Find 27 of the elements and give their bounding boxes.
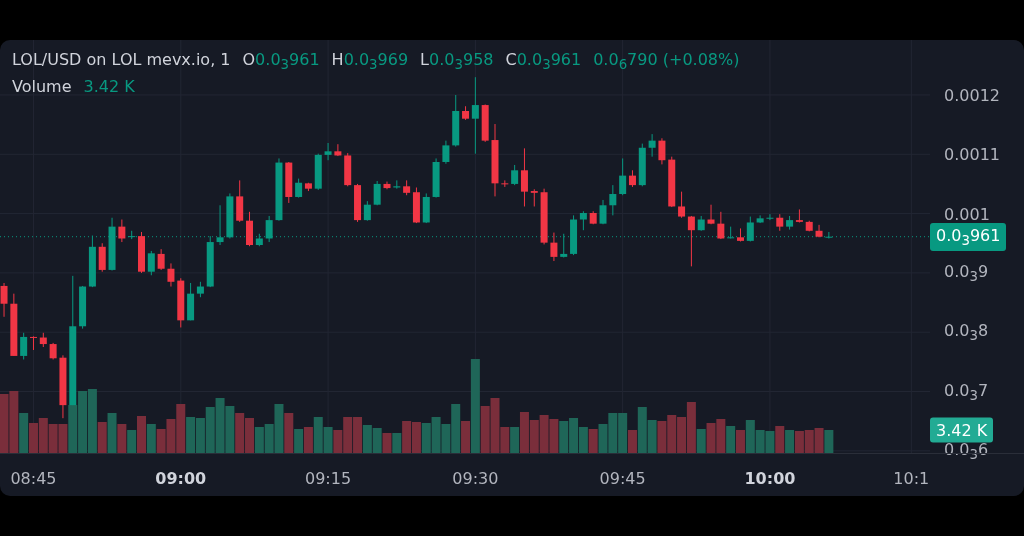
time-axis-label: 09:00 [155,468,207,488]
symbol-title: LOL/USD on LOL mevx.io, 1 [12,50,231,69]
time-axis-label: 09:15 [305,468,352,488]
last-price-tag: 0.0$_{3}$961 [930,222,1007,251]
price-axis-label: 0.0011 [944,144,1000,164]
volume-label: Volume [12,77,72,97]
volume-tag: 3.42 K [930,417,994,443]
time-axis-label: 09:45 [599,468,646,488]
ohlc-value: 0.0$_{3}$958 [429,50,494,73]
time-axis-label: 10:1 [893,468,930,488]
volume-value: 3.42 K [83,77,135,97]
ohlc-label: L [420,50,430,71]
ohlc-value: 0.0$_{3}$961 [255,50,320,73]
ohlc-value: 0.0$_{3}$961 [516,50,582,73]
ohlc-label: H [331,50,344,71]
time-axis-label: 08:45 [10,468,57,488]
ohlc-label: C [505,50,517,71]
ohlc-label: O [242,50,256,71]
price-axis-label: 0.001 [944,204,990,224]
time-axis-label: 09:30 [452,468,499,488]
price-axis-label: 0.0$_{3}$9 [944,261,989,284]
price-change: 0.0$_{6}$790 (+0.08%) [593,50,740,73]
price-axis-label: 0.0012 [944,85,1000,105]
ohlc-value: 0.0$_{3}$969 [343,50,409,73]
price-axis-label: 0.0$_{3}$8 [944,321,989,344]
time-axis-label: 10:00 [744,468,796,488]
price-axis-label: 0.0$_{3}$7 [944,380,989,403]
